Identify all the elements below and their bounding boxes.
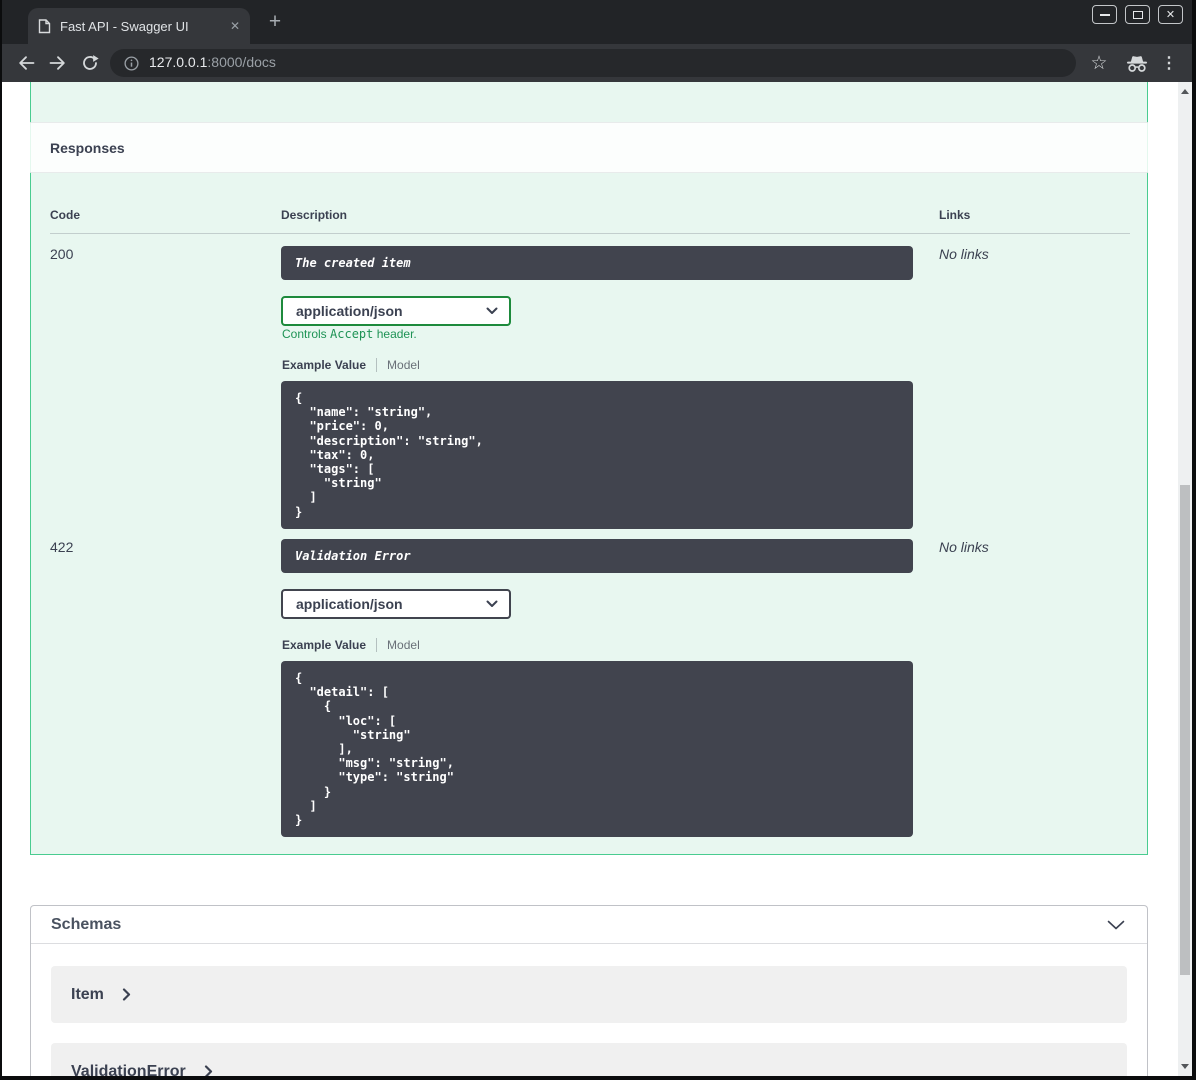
minimize-button[interactable]	[1092, 5, 1117, 24]
response-422-description-box: Validation Error	[281, 539, 913, 573]
response-200-description-box: The created item	[281, 246, 913, 280]
media-type-select-200[interactable]: application/json	[281, 296, 511, 326]
example-json-422: { "detail": [ { "loc": [ "string" ], "ms…	[281, 661, 913, 838]
new-tab-button[interactable]: +	[262, 9, 288, 35]
example-model-tabs-422: Example Value Model	[282, 638, 420, 652]
swagger-page: Responses Code Description Links 200 The…	[2, 82, 1192, 1076]
col-header-description: Description	[281, 208, 348, 222]
response-200-description: The created item	[295, 256, 411, 270]
url-path: :8000/docs	[207, 54, 276, 70]
schemas-header[interactable]: Schemas	[31, 906, 1147, 944]
media-type-value-422: application/json	[296, 596, 403, 612]
chevron-down-icon	[486, 307, 498, 314]
url-text: 127.0.0.1:8000/docs	[149, 54, 276, 72]
model-item-label: Item	[71, 985, 104, 1003]
tab-close-icon[interactable]: ✕	[230, 19, 240, 33]
responses-section-header: Responses	[30, 122, 1148, 173]
media-type-select-422[interactable]: application/json	[281, 589, 511, 619]
reload-icon	[83, 55, 99, 70]
browser-tab[interactable]: Fast API - Swagger UI ✕	[28, 8, 250, 44]
tab-separator	[376, 358, 378, 372]
tab-example-value-200[interactable]: Example Value	[282, 358, 366, 372]
star-icon: ☆	[1090, 52, 1108, 74]
schemas-section: Schemas Item ValidationError	[30, 905, 1148, 1076]
responses-title: Responses	[50, 139, 125, 156]
forward-arrow-icon	[49, 56, 65, 70]
chevron-down-icon	[486, 600, 498, 607]
browser-menu-button[interactable]: ⋮	[1156, 50, 1182, 76]
model-item-row[interactable]: Item	[51, 966, 1127, 1023]
incognito-icon	[1127, 55, 1147, 72]
model-validationerror-label: ValidationError	[71, 1062, 186, 1077]
scrollbar-up-arrow-icon[interactable]	[1181, 89, 1189, 94]
table-header-divider	[50, 233, 1130, 234]
tab-title: Fast API - Swagger UI	[60, 18, 189, 34]
chevron-down-icon[interactable]	[1107, 920, 1125, 930]
browser-toolbar: 127.0.0.1:8000/docs ☆ ⋮	[2, 44, 1192, 82]
response-200-links: No links	[939, 246, 989, 262]
maximize-icon	[1132, 10, 1143, 19]
schemas-title: Schemas	[51, 915, 122, 933]
incognito-indicator	[1124, 50, 1150, 76]
chevron-right-icon	[204, 1065, 212, 1076]
example-model-tabs-200: Example Value Model	[282, 358, 420, 372]
window-controls: ✕	[1092, 5, 1183, 24]
tab-model-422[interactable]: Model	[387, 638, 420, 652]
page-favicon-icon	[38, 18, 51, 33]
response-code-200: 200	[50, 246, 74, 262]
model-validationerror-row[interactable]: ValidationError	[51, 1043, 1127, 1076]
three-dots-icon: ⋮	[1161, 55, 1177, 72]
close-button[interactable]: ✕	[1158, 5, 1183, 24]
maximize-button[interactable]	[1125, 5, 1150, 24]
accept-note-prefix: Controls	[282, 327, 331, 341]
col-header-code: Code	[50, 208, 80, 222]
accept-header-note: Controls Accept header.	[282, 327, 417, 341]
col-header-links: Links	[939, 208, 971, 222]
tab-model-200[interactable]: Model	[387, 358, 420, 372]
example-json-422-code: { "detail": [ { "loc": [ "string" ], "ms…	[295, 671, 454, 828]
scrollbar-down-arrow-icon[interactable]	[1181, 1064, 1189, 1069]
response-code-422: 422	[50, 539, 74, 555]
reload-button[interactable]	[78, 51, 102, 75]
accept-note-code: Accept	[330, 327, 374, 341]
response-422-links: No links	[939, 539, 989, 555]
tab-separator	[376, 638, 378, 652]
response-422-description: Validation Error	[295, 549, 411, 563]
back-button[interactable]	[14, 51, 38, 75]
example-json-200: { "name": "string", "price": 0, "descrip…	[281, 381, 913, 529]
url-host: 127.0.0.1	[149, 54, 208, 70]
accept-note-suffix: header.	[373, 327, 417, 341]
browser-window: Fast API - Swagger UI ✕ + ✕ 127.0.0.1:80…	[2, 0, 1192, 1076]
site-info-icon[interactable]	[124, 55, 139, 71]
tab-example-value-422[interactable]: Example Value	[282, 638, 366, 652]
chevron-right-icon	[122, 988, 131, 1001]
forward-button[interactable]	[46, 51, 70, 75]
bookmark-star-button[interactable]: ☆	[1086, 50, 1112, 76]
example-json-200-code: { "name": "string", "price": 0, "descrip…	[295, 391, 483, 519]
url-bar[interactable]: 127.0.0.1:8000/docs	[110, 49, 1076, 77]
tab-strip: Fast API - Swagger UI ✕ + ✕	[2, 0, 1192, 44]
scrollbar-thumb[interactable]	[1180, 485, 1190, 975]
minimize-icon	[1099, 13, 1110, 16]
back-arrow-icon	[19, 56, 35, 70]
media-type-value-200: application/json	[296, 303, 403, 319]
page-scrollbar[interactable]	[1178, 82, 1192, 1076]
